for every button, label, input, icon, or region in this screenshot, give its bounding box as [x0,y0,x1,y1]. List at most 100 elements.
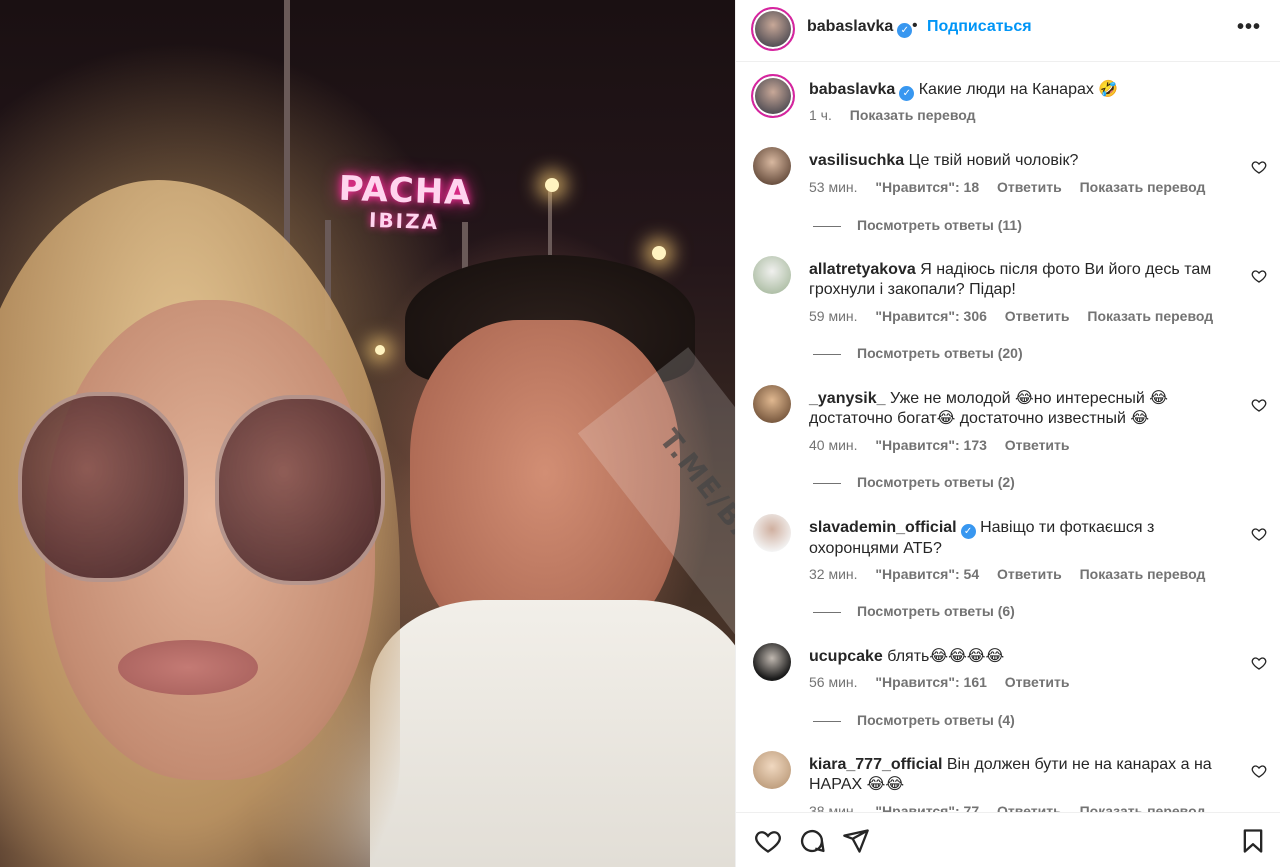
comment-reply-button[interactable]: Ответить [1005,308,1070,324]
view-replies[interactable]: Посмотреть ответы (4) [813,712,1015,728]
comment-text-wrap: allatretyakova Я надіюсь після фото Ви й… [809,260,1229,300]
comment-reply-button[interactable]: Ответить [997,803,1062,812]
more-options-icon[interactable]: ••• [1237,16,1261,39]
caption-text-wrap: babaslavka ✓ Какие люди на Канарах 🤣 [809,80,1229,101]
author-username[interactable]: babaslavka [807,18,893,35]
light-pole [284,0,290,260]
view-replies[interactable]: Посмотреть ответы (2) [813,474,1015,490]
street-lamp [545,178,559,192]
share-icon[interactable] [842,827,870,855]
comment-time[interactable]: 59 мин. [809,308,858,324]
street-lamp [375,345,385,355]
verified-icon: ✓ [899,86,915,101]
comment-username[interactable]: kiara_777_official [809,756,942,773]
comment-username[interactable]: slavademin_official [809,519,957,536]
comment-meta: 40 мин. "Нравится": 173 Ответить [809,437,1084,453]
caption-avatar[interactable] [751,74,795,118]
view-replies[interactable]: Посмотреть ответы (6) [813,603,1015,619]
man-shirt [370,600,735,867]
comment-like-icon[interactable] [1251,763,1267,779]
comment-likes[interactable]: "Нравится": 161 [875,674,986,690]
comment-avatar[interactable] [753,147,791,185]
comment-username[interactable]: vasilisuchka [809,152,904,169]
comment-text-wrap: slavademin_official ✓ Навіщо ти фоткаєшся… [809,518,1229,559]
follow-button[interactable]: Подписаться [927,18,1032,36]
heart-icon[interactable] [754,827,782,855]
comment-username[interactable]: _yanysik_ [809,390,886,407]
comment-time[interactable]: 32 мин. [809,566,858,582]
comment-reply-button[interactable]: Ответить [1005,674,1070,690]
street-lamp [652,246,666,260]
comment-likes[interactable]: "Нравится": 54 [875,566,979,582]
comment-translate[interactable]: Показать перевод [1080,566,1206,582]
view-replies-label[interactable]: Посмотреть ответы (11) [857,217,1022,233]
comment-avatar[interactable] [753,751,791,789]
comment-item: slavademin_official ✓ Навіщо ти фоткаєшся… [736,512,1280,622]
comment-time[interactable]: 56 мин. [809,674,858,690]
comment-like-icon[interactable] [1251,655,1267,671]
separator-dot: • [912,17,918,34]
view-replies[interactable]: Посмотреть ответы (20) [813,345,1023,361]
comment-translate[interactable]: Показать перевод [1087,308,1213,324]
sunglasses-left-lens [18,392,188,582]
comment-avatar[interactable] [753,643,791,681]
comment-time[interactable]: 53 мин. [809,179,858,195]
comment-time[interactable]: 38 мин. [809,803,858,812]
post-image[interactable]: PACHA IBIZA T.ME/BANKI.OIL [0,0,735,867]
comment-item: vasilisuchka Це твій новий чоловік? 53 м… [736,145,1280,245]
author-username-wrap: babaslavka ✓ [807,18,913,38]
caption-time[interactable]: 1 ч. [809,107,832,123]
woman-lips [118,640,258,695]
comment-likes[interactable]: "Нравится": 77 [875,803,979,812]
verified-icon: ✓ [960,524,976,539]
comment-username[interactable]: ucupcake [809,648,883,665]
comment-like-icon[interactable] [1251,268,1267,284]
comment-meta: 38 мин. "Нравится": 77 Ответить Показать… [809,803,1219,812]
comment-reply-button[interactable]: Ответить [1005,437,1070,453]
comment-time[interactable]: 40 мин. [809,437,858,453]
comment-avatar[interactable] [753,385,791,423]
comment-avatar[interactable] [753,256,791,294]
view-replies-label[interactable]: Посмотреть ответы (6) [857,603,1015,619]
comment-text-wrap: ucupcake блять😂😂😂😂 [809,647,1229,667]
comment-text: блять😂😂😂😂 [887,648,1005,665]
view-replies-label[interactable]: Посмотреть ответы (4) [857,712,1015,728]
view-replies-label[interactable]: Посмотреть ответы (2) [857,474,1015,490]
comment-translate[interactable]: Показать перевод [1080,179,1206,195]
view-replies-label[interactable]: Посмотреть ответы (20) [857,345,1023,361]
caption-translate[interactable]: Показать перевод [850,107,976,123]
comment-username[interactable]: allatretyakova [809,261,916,278]
sunglasses-right-lens [215,395,385,585]
comment-translate[interactable]: Показать перевод [1080,803,1206,812]
comment-meta: 32 мин. "Нравится": 54 Ответить Показать… [809,566,1219,582]
comment-item: kiara_777_official Він должен бути не на… [736,749,1280,812]
comment-avatar[interactable] [753,514,791,552]
comment-like-icon[interactable] [1251,397,1267,413]
comment-text: Це твій новий чоловік? [908,152,1079,169]
comment-like-icon[interactable] [1251,159,1267,175]
neon-sign-title: PACHA [338,168,473,214]
view-replies[interactable]: Посмотреть ответы (11) [813,217,1022,233]
post-actions-bar [736,812,1280,867]
post-header: babaslavka ✓ • Подписаться ••• [736,0,1280,62]
comment-icon[interactable] [798,827,826,855]
bookmark-icon[interactable] [1239,827,1267,855]
author-avatar[interactable] [751,7,795,51]
neon-sign: PACHA IBIZA [331,169,478,246]
comment-likes[interactable]: "Нравится": 306 [875,308,986,324]
caption-username[interactable]: babaslavka [809,81,895,98]
verified-icon: ✓ [897,23,913,38]
post-side-panel: babaslavka ✓ • Подписаться ••• babaslavka… [735,0,1280,867]
comment-likes[interactable]: "Нравится": 18 [875,179,979,195]
comment-like-icon[interactable] [1251,526,1267,542]
comment-item: _yanysik_ Уже не молодой 😂но интересный … [736,383,1280,493]
comment-item: allatretyakova Я надіюсь після фото Ви й… [736,254,1280,374]
comment-item: ucupcake блять😂😂😂😂 56 мин. "Нравится": 1… [736,641,1280,731]
comment-reply-button[interactable]: Ответить [997,179,1062,195]
comment-likes[interactable]: "Нравится": 173 [875,437,986,453]
comment-text-wrap: _yanysik_ Уже не молодой 😂но интересный … [809,389,1229,429]
comment-text-wrap: kiara_777_official Він должен бути не на… [809,755,1229,795]
caption-text: Какие люди на Канарах 🤣 [918,81,1119,98]
comment-reply-button[interactable]: Ответить [997,566,1062,582]
comment-text-wrap: vasilisuchka Це твій новий чоловік? [809,151,1229,171]
